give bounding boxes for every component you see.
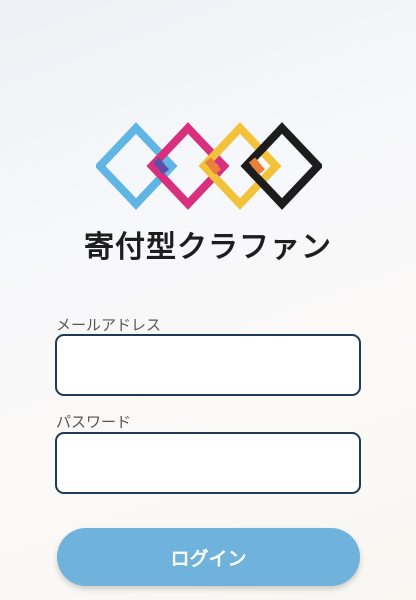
- password-field[interactable]: [55, 432, 361, 494]
- email-field[interactable]: [55, 334, 361, 396]
- login-button[interactable]: ログイン: [57, 528, 360, 586]
- email-label: メールアドレス: [56, 316, 162, 334]
- chain-link-diamonds-logo-icon: [96, 122, 322, 210]
- password-label: パスワード: [56, 413, 132, 431]
- brand-title: 寄付型クラファン: [84, 230, 332, 265]
